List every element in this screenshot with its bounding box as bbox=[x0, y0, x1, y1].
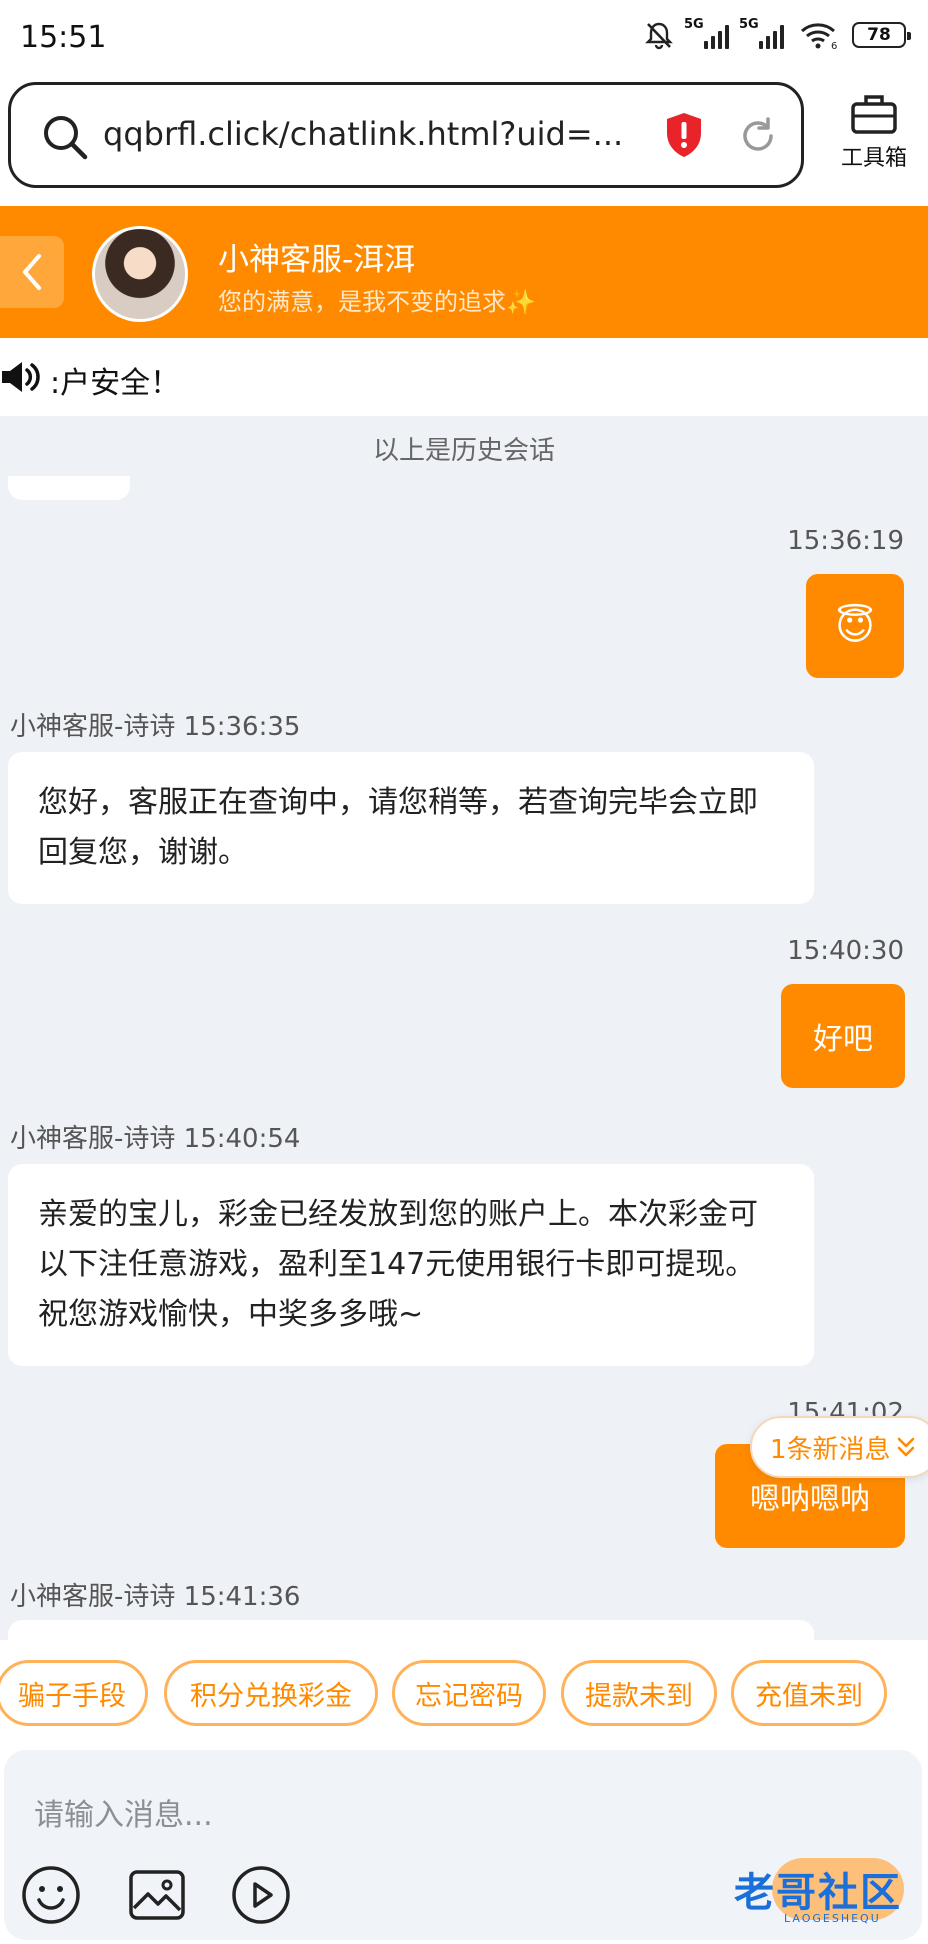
search-icon bbox=[44, 116, 88, 160]
message-bubble-agent[interactable]: 您好，客服正在查询中，请您稍等，若查询完毕会立即回复您，谢谢。 bbox=[8, 752, 814, 904]
watermark-logo: 老哥社区 LAOGESHEQU bbox=[694, 1850, 924, 1936]
url-text[interactable]: qqbrfl.click/chatlink.html?uid=... bbox=[103, 115, 623, 153]
new-message-pill[interactable]: 1条新消息 bbox=[750, 1416, 928, 1478]
quick-reply-chip[interactable]: 提款未到 bbox=[561, 1660, 717, 1726]
bell-muted-icon bbox=[645, 22, 673, 50]
message-input[interactable]: 请输入消息... 老哥社区 LAOGESHEQU bbox=[4, 1750, 922, 1940]
emoji-icon[interactable] bbox=[18, 1862, 84, 1928]
status-icons: 5G 5G 6 78 bbox=[644, 17, 911, 50]
battery-icon: 78 bbox=[852, 22, 911, 48]
message-input-placeholder: 请输入消息... bbox=[34, 1798, 213, 1833]
message-bubble-agent-partial bbox=[8, 1620, 814, 1640]
quick-reply-chip[interactable]: 充值未到 bbox=[731, 1660, 887, 1726]
message-bubble-agent[interactable]: 亲爱的宝儿，彩金已经发放到您的账户上。本次彩金可以下注任意游戏，盈利至147元使… bbox=[8, 1164, 814, 1366]
quick-reply-bar: 骗子手段 积分兑换彩金 忘记密码 提款未到 充值未到 bbox=[0, 1640, 928, 1746]
agent-name: 小神客服-洱洱 bbox=[218, 242, 416, 278]
status-bar: 15:51 5G 5G 6 78 bbox=[0, 0, 928, 78]
toolbox-label: 工具箱 bbox=[840, 146, 907, 171]
address-bar[interactable]: qqbrfl.click/chatlink.html?uid=... bbox=[8, 82, 804, 188]
agent-message-meta: 小神客服-诗诗 15:41:36 bbox=[10, 1582, 301, 1612]
wifi-badge: 6 bbox=[831, 41, 837, 50]
message-bubble-user[interactable]: 😇 bbox=[806, 574, 904, 678]
quick-reply-chip[interactable]: 忘记密码 bbox=[392, 1660, 546, 1726]
history-label: 以上是历史会话 bbox=[372, 436, 555, 466]
agent-avatar[interactable] bbox=[92, 226, 188, 322]
status-time: 15:51 bbox=[20, 20, 107, 55]
message-bubble-partial bbox=[8, 476, 130, 500]
reload-icon[interactable] bbox=[737, 115, 779, 157]
signal-sim2-icon: 5G bbox=[739, 17, 784, 49]
agent-message-meta: 小神客服-诗诗 15:40:54 bbox=[10, 1124, 301, 1154]
notice-text: :户安全！ bbox=[50, 366, 181, 401]
chevron-left-icon bbox=[23, 254, 41, 290]
sim1-label: 5G bbox=[684, 17, 704, 32]
toolbox-icon bbox=[851, 95, 897, 134]
double-chevron-down-icon bbox=[897, 1437, 914, 1457]
browser-bar: qqbrfl.click/chatlink.html?uid=... 工具箱 bbox=[0, 78, 928, 206]
watermark-text: 老哥社区 bbox=[734, 1870, 902, 1916]
agent-message-meta: 小神客服-诗诗 15:36:35 bbox=[10, 712, 301, 742]
new-message-label: 1条新消息 bbox=[770, 1434, 891, 1465]
message-time: 15:40:30 bbox=[787, 936, 904, 966]
video-play-icon[interactable] bbox=[228, 1862, 294, 1928]
toolbox-button[interactable]: 工具箱 bbox=[826, 92, 922, 188]
message-bubble-user[interactable]: 好吧 bbox=[781, 984, 905, 1088]
agent-subtitle: 您的满意，是我不变的追求✨ bbox=[218, 288, 536, 316]
watermark-subtext: LAOGESHEQU bbox=[784, 1912, 881, 1925]
image-icon[interactable] bbox=[124, 1862, 190, 1928]
input-area: 请输入消息... 老哥社区 LAOGESHEQU bbox=[0, 1746, 928, 1944]
notice-bar: :户安全！ bbox=[0, 338, 928, 416]
message-time: 15:36:19 bbox=[787, 526, 904, 556]
quick-reply-chip[interactable]: 积分兑换彩金 bbox=[164, 1660, 378, 1726]
security-warning-shield-icon[interactable] bbox=[663, 111, 705, 159]
sim2-label: 5G bbox=[739, 17, 759, 32]
back-button[interactable] bbox=[0, 236, 64, 308]
wifi-icon: 6 bbox=[801, 23, 837, 50]
chat-header: 小神客服-洱洱 您的满意，是我不变的追求✨ bbox=[0, 206, 928, 338]
quick-reply-chip[interactable]: 骗子手段 bbox=[0, 1660, 148, 1726]
megaphone-icon bbox=[2, 362, 40, 392]
signal-sim1-icon: 5G bbox=[684, 17, 729, 49]
